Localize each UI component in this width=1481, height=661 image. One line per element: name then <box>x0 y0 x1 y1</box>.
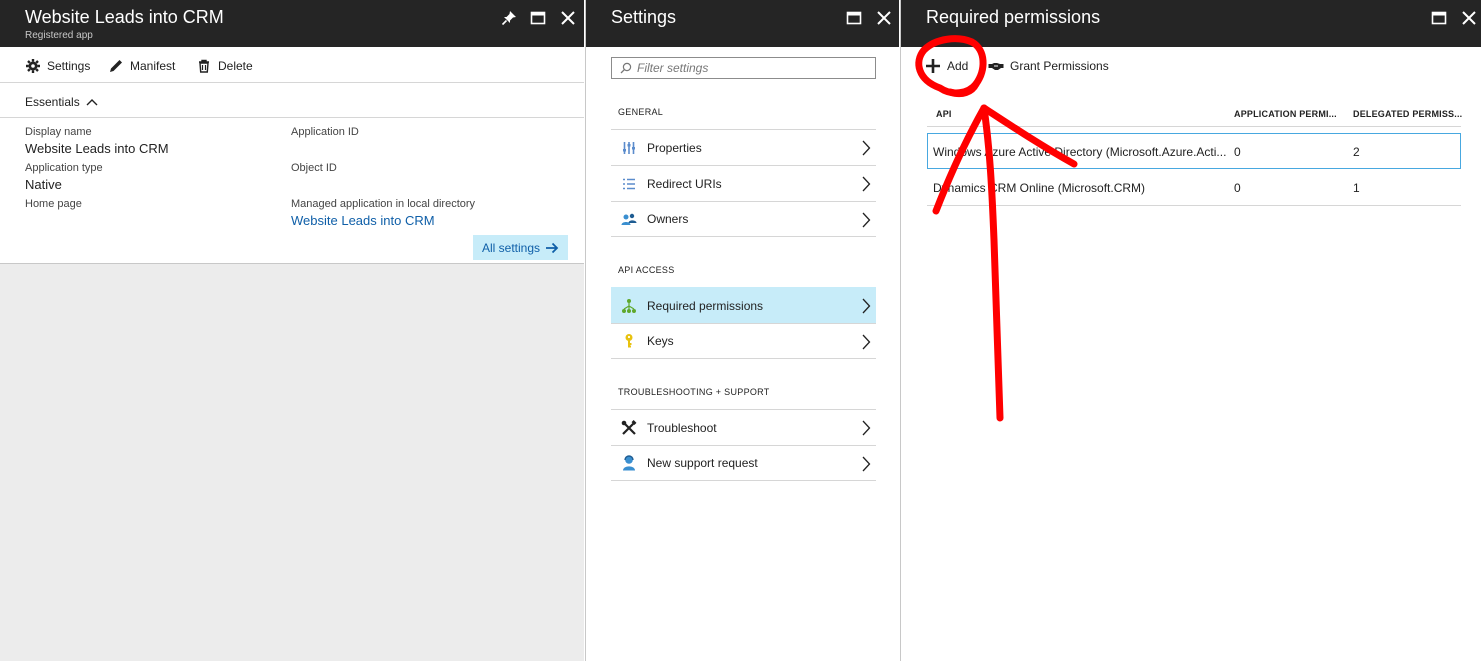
manifest-button-label: Manifest <box>130 59 176 73</box>
delete-button[interactable]: Delete <box>196 57 253 75</box>
close-icon[interactable] <box>875 9 893 27</box>
nav-item-required-permissions[interactable]: Required permissions <box>611 287 876 323</box>
cell-delegated-permissions: 2 <box>1353 145 1360 159</box>
nav-item-new-support-request[interactable]: New support request <box>611 445 876 481</box>
app-blade-title: Website Leads into CRM <box>25 7 224 27</box>
nav-item-label: Troubleshoot <box>647 420 717 435</box>
pencil-icon <box>110 60 122 72</box>
nav-item-label: Properties <box>647 140 702 155</box>
search-icon <box>620 62 632 74</box>
nav-item-label: Owners <box>647 212 689 226</box>
settings-blade: Settings Filter settings GENERAL Propert… <box>585 0 899 661</box>
essentials-label: Essentials <box>25 95 80 109</box>
tools-icon <box>621 419 637 436</box>
grant-permissions-label: Grant Permissions <box>1010 59 1109 73</box>
add-button-label: Add <box>947 59 969 73</box>
filter-placeholder: Filter settings <box>637 61 709 75</box>
home-page-label: Home page <box>25 198 82 210</box>
filter-settings-input[interactable]: Filter settings <box>611 57 876 79</box>
application-id-label: Application ID <box>291 126 359 138</box>
support-person-icon <box>621 455 637 471</box>
pin-icon[interactable] <box>500 9 518 27</box>
trash-icon <box>199 59 209 73</box>
properties-icon <box>621 140 637 156</box>
chevron-up-icon <box>86 99 98 106</box>
permissions-command-bar: Add Grant Permissions <box>901 47 1481 83</box>
chevron-right-icon <box>862 456 871 472</box>
manifest-button[interactable]: Manifest <box>108 57 175 75</box>
nav-item-label: Redirect URIs <box>647 176 722 191</box>
grant-permissions-button[interactable]: Grant Permissions <box>988 57 1109 75</box>
key-icon <box>621 333 637 349</box>
all-settings-button[interactable]: All settings <box>473 235 568 260</box>
display-name-label: Display name <box>25 126 92 138</box>
table-row[interactable]: Windows Azure Active Directory (Microsof… <box>927 133 1461 169</box>
chevron-right-icon <box>862 140 871 156</box>
app-blade-header: Website Leads into CRM Registered app <box>0 0 584 47</box>
app-blade-subtitle: Registered app <box>25 30 93 41</box>
essentials-toggle[interactable]: Essentials <box>25 95 98 109</box>
table-header-divider <box>927 126 1461 127</box>
object-id-label: Object ID <box>291 162 337 174</box>
nav-item-label: Required permissions <box>647 298 764 313</box>
chevron-right-icon <box>862 212 871 228</box>
section-troubleshooting: TROUBLESHOOTING + SUPPORT <box>618 387 770 397</box>
settings-blade-header: Settings <box>586 0 899 47</box>
all-settings-label: All settings <box>481 240 541 255</box>
nav-item-label: New support request <box>647 456 758 470</box>
chevron-right-icon <box>862 176 871 192</box>
plus-icon <box>926 59 940 73</box>
nav-item-redirect-uris[interactable]: Redirect URIs <box>611 165 876 201</box>
permissions-blade-title: Required permissions <box>926 7 1101 27</box>
managed-app-link[interactable]: Website Leads into CRM <box>291 213 435 228</box>
settings-blade-title: Settings <box>611 7 677 27</box>
table-row[interactable]: Dynamics CRM Online (Microsoft.CRM) 0 1 <box>927 170 1461 206</box>
section-general: GENERAL <box>618 107 664 117</box>
maximize-icon[interactable] <box>845 9 863 27</box>
arrow-right-icon <box>546 242 559 253</box>
cell-api: Windows Azure Active Directory (Microsof… <box>933 145 1227 159</box>
users-icon <box>621 211 637 227</box>
close-icon[interactable] <box>559 9 577 27</box>
managed-app-label: Managed application in local directory <box>291 198 476 210</box>
nav-item-properties[interactable]: Properties <box>611 129 876 165</box>
column-header-api[interactable]: API <box>936 109 952 119</box>
maximize-icon[interactable] <box>529 9 547 27</box>
maximize-icon[interactable] <box>1430 9 1448 27</box>
close-icon[interactable] <box>1460 9 1478 27</box>
cell-delegated-permissions: 1 <box>1353 181 1360 195</box>
application-type-value: Native <box>25 177 62 192</box>
nav-item-troubleshoot[interactable]: Troubleshoot <box>611 409 876 445</box>
empty-blade-area <box>0 263 584 661</box>
display-name-value: Website Leads into CRM <box>25 141 169 156</box>
chevron-right-icon <box>862 298 871 314</box>
application-type-label: Application type <box>25 162 103 174</box>
app-blade: Website Leads into CRM Registered app Se… <box>0 0 584 661</box>
app-command-bar: Settings Manifest Delete <box>0 47 584 83</box>
cell-application-permissions: 0 <box>1234 145 1241 159</box>
cell-application-permissions: 0 <box>1234 181 1241 195</box>
handshake-icon <box>988 63 1004 70</box>
settings-button-label: Settings <box>47 59 91 73</box>
permissions-blade-header: Required permissions <box>901 0 1481 47</box>
column-header-delegated-permissions[interactable]: DELEGATED PERMISS... <box>1353 109 1462 119</box>
gear-icon <box>26 59 40 73</box>
chevron-right-icon <box>862 334 871 350</box>
permissions-tree-icon <box>621 298 637 314</box>
nav-item-label: Keys <box>647 334 674 348</box>
required-permissions-blade: Required permissions Add Grant Permissio… <box>900 0 1481 661</box>
cell-api: Dynamics CRM Online (Microsoft.CRM) <box>933 181 1146 195</box>
chevron-right-icon <box>862 420 871 436</box>
add-button[interactable]: Add <box>925 57 968 75</box>
list-icon <box>621 176 637 192</box>
nav-item-keys[interactable]: Keys <box>611 323 876 359</box>
settings-button[interactable]: Settings <box>25 57 90 75</box>
essentials-divider <box>0 117 584 118</box>
delete-button-label: Delete <box>218 59 253 73</box>
column-header-application-permissions[interactable]: APPLICATION PERMI... <box>1234 109 1337 119</box>
section-api-access: API ACCESS <box>618 265 675 275</box>
nav-item-owners[interactable]: Owners <box>611 201 876 237</box>
